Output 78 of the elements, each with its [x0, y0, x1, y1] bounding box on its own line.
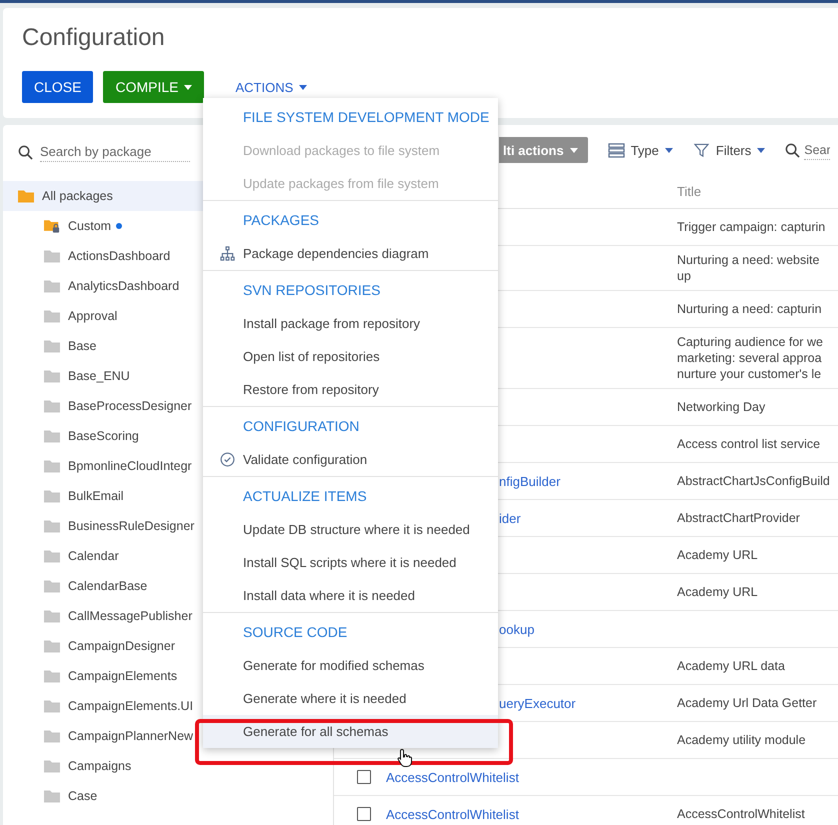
header-button[interactable]: ACTIONS — [229, 71, 314, 103]
locked-folder-icon — [44, 219, 60, 233]
title-cell-text: Academy utility module — [677, 732, 807, 748]
title-cell-text: Academy Url Data Getter — [677, 695, 818, 711]
filters-button[interactable]: Filters — [692, 142, 766, 158]
folder-icon — [44, 489, 60, 503]
folder-icon — [44, 729, 60, 743]
folder-icon — [44, 549, 60, 563]
row-checkbox[interactable] — [357, 770, 371, 784]
folder-icon — [44, 699, 60, 713]
type-button[interactable]: Type — [608, 142, 673, 158]
hierarchy-icon — [220, 246, 235, 261]
title-cell-text: AccessControlWhitelist — [677, 806, 806, 822]
schema-name-link[interactable]: AccessControlWhitelist — [386, 806, 519, 822]
header-button[interactable]: CLOSE — [22, 71, 94, 103]
caret-icon — [664, 148, 673, 152]
tree-item[interactable]: Case — [3, 781, 333, 811]
title-cell-text: Academy URL — [677, 547, 759, 563]
menu-item[interactable]: Update DB structure where it is needed — [203, 513, 498, 546]
menu-item[interactable]: Validate configuration — [203, 443, 498, 476]
column-header[interactable]: Title — [677, 184, 702, 199]
menu-item[interactable]: Generate where it is needed — [203, 682, 498, 715]
folder-icon — [44, 249, 60, 263]
title-cell-text: Trigger campaign: capturin — [677, 219, 826, 235]
folder-icon — [44, 759, 60, 773]
menu-item[interactable]: Open list of repositories — [203, 340, 498, 373]
menu-section-header: FILE SYSTEM DEVELOPMENT MODE — [242, 108, 490, 127]
schema-name-link[interactable]: ookup — [499, 622, 534, 636]
folder-icon — [44, 339, 60, 353]
title-cell-text: Access control list service — [677, 436, 822, 452]
funnel-icon — [692, 142, 710, 158]
menu-section-header: ACTUALIZE ITEMS — [242, 487, 368, 506]
list-icon — [608, 142, 625, 158]
tree-item[interactable]: Campaigns — [3, 751, 333, 781]
menu-section-header: CONFIGURATION — [242, 417, 360, 436]
folder-icon — [44, 579, 60, 593]
folder-icon — [44, 519, 60, 533]
menu-item[interactable]: Install data where it is needed — [203, 579, 498, 612]
folder-icon — [44, 609, 60, 623]
header-button[interactable]: COMPILE — [103, 71, 204, 103]
check-circle-icon — [220, 452, 235, 467]
title-cell-text: Nurturing a need: capturin — [677, 301, 823, 317]
title-cell-text: Academy URL data — [677, 658, 786, 674]
menu-item[interactable]: Install SQL scripts where it is needed — [203, 546, 498, 579]
page-title: Configuration — [22, 23, 165, 53]
schema-name-link[interactable]: AccessControlWhitelist — [386, 770, 519, 784]
menu-section-header: PACKAGES — [242, 211, 320, 230]
folder-icon — [44, 669, 60, 683]
folder-icon — [44, 309, 60, 323]
title-cell-text: AbstractChartJsConfigBuild — [677, 473, 831, 489]
menu-item[interactable]: Install package from repository — [203, 307, 498, 340]
caret-icon — [570, 148, 578, 152]
title-cell-text: AbstractChartProvider — [677, 510, 801, 526]
folder-icon — [44, 369, 60, 383]
folder-icon — [44, 429, 60, 443]
folder-icon — [44, 789, 60, 803]
row-checkbox[interactable] — [357, 807, 371, 821]
schema-name-link[interactable]: nfigBuilder — [499, 474, 560, 488]
caret-icon — [757, 148, 766, 152]
title-cell-text: Academy URL — [677, 584, 759, 600]
schema-name-link[interactable]: ider — [499, 510, 521, 526]
folder-icon — [44, 279, 60, 293]
menu-item[interactable]: Package dependencies diagram — [203, 237, 498, 270]
folder-icon — [44, 459, 60, 473]
menu-section-header: SVN REPOSITORIES — [242, 281, 382, 300]
title-cell-text: Networking Day — [677, 399, 766, 415]
menu-item[interactable]: Restore from repository — [203, 373, 498, 406]
search-icon — [18, 144, 33, 160]
menu-section-header: SOURCE CODE — [242, 623, 348, 642]
hand-cursor-icon — [397, 748, 413, 768]
folder-icon — [18, 189, 34, 203]
folder-icon — [44, 399, 60, 413]
menu-item[interactable]: Generate for modified schemas — [203, 649, 498, 682]
schema-name-link[interactable]: ueryExecutor — [499, 696, 576, 710]
title-cell-text: Capturing audience for we marketing: several approa nurture your customer's le — [677, 334, 824, 382]
title-cell-text: Nurturing a need: website up — [677, 252, 820, 284]
search-icon — [785, 142, 800, 158]
folder-icon — [44, 639, 60, 653]
